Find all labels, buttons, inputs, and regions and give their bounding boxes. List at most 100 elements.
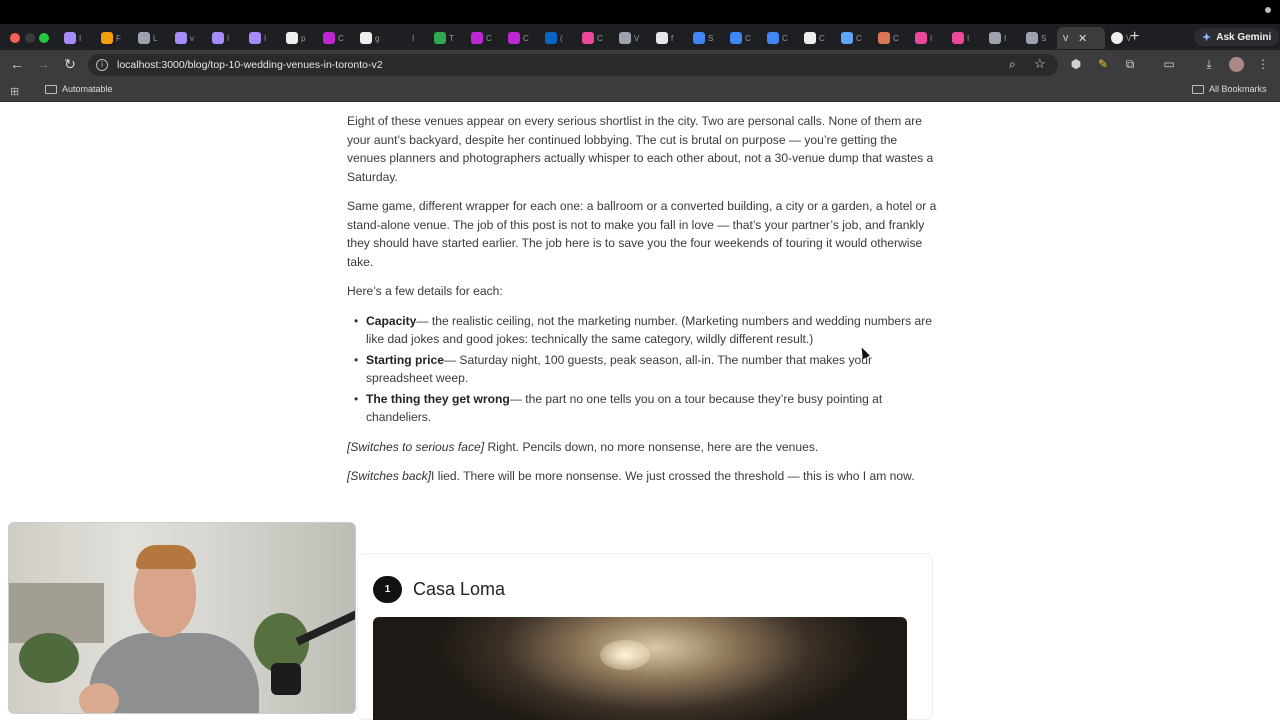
- tab-label: C: [819, 33, 825, 43]
- browser-tab[interactable]: p: [280, 27, 317, 49]
- close-window-button[interactable]: [10, 33, 20, 43]
- highlighter-extension-icon[interactable]: ✎: [1095, 57, 1111, 71]
- browser-tab[interactable]: V: [613, 27, 650, 49]
- reload-icon[interactable]: ↻: [61, 56, 79, 73]
- back-icon[interactable]: ←: [8, 56, 26, 72]
- tab-favicon-blank-icon: [397, 32, 409, 44]
- active-tab[interactable]: V ✕: [1057, 27, 1105, 49]
- browser-tab[interactable]: C: [724, 27, 761, 49]
- folder-icon: [45, 84, 57, 94]
- list-item: Capacity— the realistic ceiling, not the…: [347, 312, 937, 349]
- browser-tab[interactable]: (: [539, 27, 576, 49]
- browser-tab[interactable]: S: [1020, 27, 1057, 49]
- url-text[interactable]: localhost:3000/blog/top-10-wedding-venue…: [117, 59, 383, 71]
- tab-favicon-pink-icon: [582, 32, 594, 44]
- wrapper-paragraph: Same game, different wrapper for each on…: [347, 199, 937, 269]
- download-icon[interactable]: ⤓: [1201, 57, 1217, 72]
- extension-icon[interactable]: ⬢: [1068, 57, 1084, 71]
- tab-label: I: [412, 33, 415, 43]
- browser-tab[interactable]: I: [206, 27, 243, 49]
- list-item: Starting price— Saturday night, 100 gues…: [347, 351, 937, 388]
- bookmark-star-icon[interactable]: ☆: [1034, 56, 1046, 72]
- browser-tab[interactable]: C: [317, 27, 354, 49]
- zoom-icon[interactable]: ⌕: [1009, 57, 1016, 72]
- tab-favicon-google-icon: [286, 32, 298, 44]
- tab-favicon-claude-icon: [878, 32, 890, 44]
- tab-favicon-pink-icon: [952, 32, 964, 44]
- browser-tab[interactable]: C: [761, 27, 798, 49]
- folder-icon: [1192, 84, 1204, 94]
- apps-grid-icon[interactable]: ⊞: [10, 85, 19, 98]
- tab-label: T: [449, 33, 454, 43]
- browser-tab[interactable]: C: [576, 27, 613, 49]
- tab-label: C: [745, 33, 751, 43]
- address-bar[interactable]: i localhost:3000/blog/top-10-wedding-ven…: [88, 54, 1058, 76]
- bookmark-automatable[interactable]: Automatable: [45, 84, 113, 94]
- switches-back-paragraph: [Switches back]I lied. There will be mor…: [347, 467, 937, 486]
- tab-favicon-purple-icon: [175, 32, 187, 44]
- cast-icon[interactable]: ▭: [1161, 57, 1177, 71]
- close-tab-icon[interactable]: ✕: [1078, 32, 1087, 45]
- tab-label: V: [634, 33, 640, 43]
- list-term: Capacity: [366, 313, 417, 328]
- maximize-window-button[interactable]: [39, 33, 49, 43]
- tab-label: g: [375, 33, 380, 43]
- tab-label: V: [1063, 33, 1069, 43]
- bookmarks-bar: ⊞ Automatable All Bookmarks: [0, 80, 1280, 102]
- list-item: The thing they get wrong— the part no on…: [347, 390, 937, 427]
- extensions-puzzle-icon[interactable]: ⧉: [1122, 57, 1138, 72]
- tab-favicon-google-icon: [804, 32, 816, 44]
- tab-label: I: [930, 33, 933, 43]
- tab-label: (: [560, 33, 563, 43]
- ask-gemini-button[interactable]: ✦ Ask Gemini: [1194, 28, 1280, 46]
- new-tab-button[interactable]: +: [1130, 28, 1139, 46]
- menu-kebab-icon[interactable]: ⋮: [1255, 57, 1271, 71]
- browser-tab[interactable]: C: [835, 27, 872, 49]
- tab-favicon-purple-icon: [249, 32, 261, 44]
- paragraph-text: Right. Pencils down, no more nonsense, h…: [484, 439, 819, 454]
- tab-favicon-sk-icon: [656, 32, 668, 44]
- tab-favicon-chart-icon: [101, 32, 113, 44]
- browser-tab[interactable]: I: [243, 27, 280, 49]
- article-body: Eight of these venues appear on every se…: [347, 112, 937, 497]
- tab-favicon-pink-icon: [915, 32, 927, 44]
- site-info-icon[interactable]: i: [96, 59, 108, 71]
- tab-label: C: [597, 33, 603, 43]
- venue-photo-light: [600, 640, 650, 670]
- browser-tab[interactable]: C: [465, 27, 502, 49]
- browser-tab[interactable]: F: [95, 27, 132, 49]
- screen-top-bar: [0, 0, 1280, 24]
- presenter-hand: [79, 683, 119, 713]
- browser-tab[interactable]: C: [872, 27, 909, 49]
- browser-tab[interactable]: g: [354, 27, 391, 49]
- browser-tab[interactable]: T: [428, 27, 465, 49]
- browser-toolbar: ← → ↻ i localhost:3000/blog/top-10-weddi…: [0, 50, 1280, 80]
- list-term: Starting price: [366, 352, 444, 367]
- browser-tab[interactable]: S: [687, 27, 724, 49]
- browser-tab[interactable]: v: [169, 27, 206, 49]
- profile-avatar[interactable]: [1229, 57, 1244, 72]
- tab-strip: I F Lv I Ip Cg I T C C(C Vf S C C C C C I I I S V ✕ V: [58, 27, 1142, 49]
- tab-label: F: [116, 33, 121, 43]
- browser-tab[interactable]: C: [798, 27, 835, 49]
- browser-tab[interactable]: I: [391, 27, 428, 49]
- minimize-window-button[interactable]: [25, 33, 35, 43]
- tab-label: C: [893, 33, 899, 43]
- all-bookmarks-button[interactable]: All Bookmarks: [1192, 84, 1267, 94]
- browser-tab[interactable]: L: [132, 27, 169, 49]
- tab-label: I: [967, 33, 970, 43]
- tab-favicon-doc-icon: [730, 32, 742, 44]
- list-term: The thing they get wrong: [366, 391, 510, 406]
- tab-favicon-globe-icon: [1026, 32, 1038, 44]
- bookmark-label: All Bookmarks: [1209, 84, 1267, 94]
- gemini-icon: ✦: [1202, 31, 1212, 44]
- tab-label: f: [671, 33, 674, 43]
- browser-tab[interactable]: C: [502, 27, 539, 49]
- tab-favicon-google-icon: [360, 32, 372, 44]
- browser-tab[interactable]: f: [650, 27, 687, 49]
- forward-icon[interactable]: →: [34, 56, 52, 72]
- browser-tab[interactable]: I: [983, 27, 1020, 49]
- browser-tab[interactable]: I: [58, 27, 95, 49]
- browser-tab[interactable]: I: [946, 27, 983, 49]
- browser-tab[interactable]: I: [909, 27, 946, 49]
